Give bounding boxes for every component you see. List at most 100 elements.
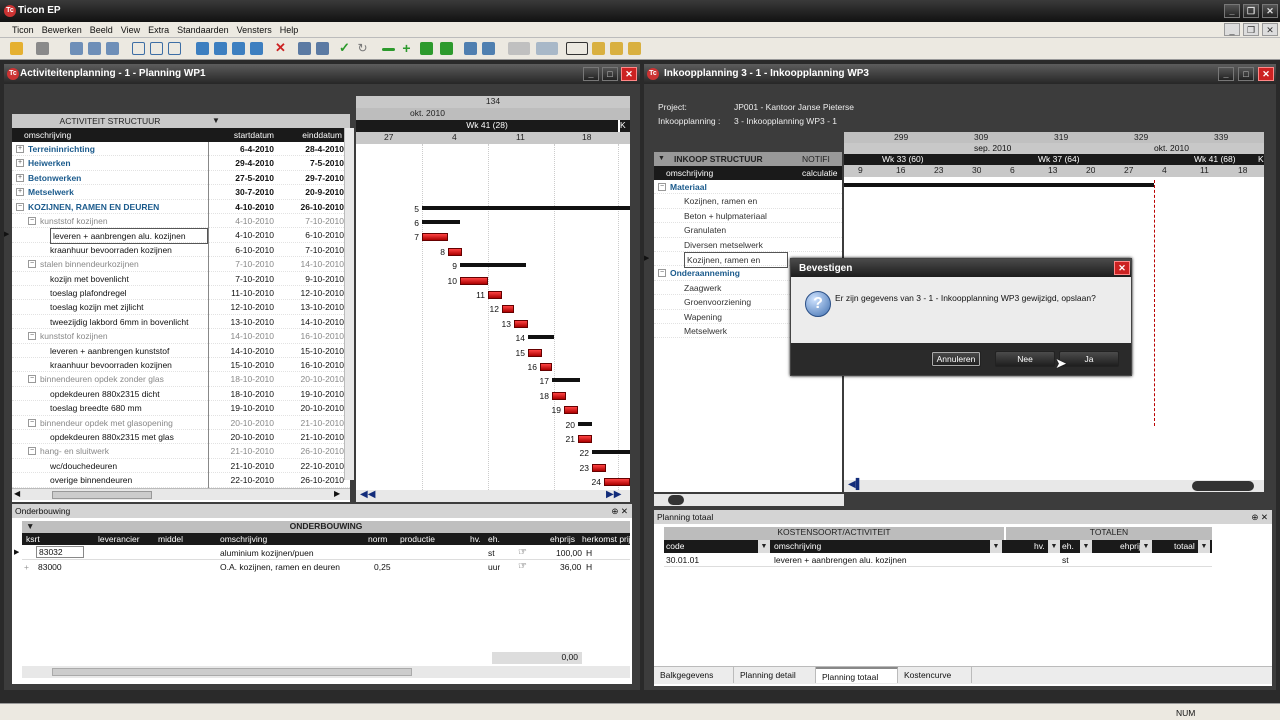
scroll-right-icon[interactable]: ▶▶	[606, 490, 621, 500]
expand-icon[interactable]: −	[16, 202, 24, 211]
outdent-icon[interactable]	[214, 42, 227, 55]
gantt-bar[interactable]	[528, 348, 542, 357]
hand-icon[interactable]: ☞	[518, 546, 527, 560]
indent-icon[interactable]	[196, 42, 209, 55]
col-hv[interactable]: hv.	[470, 533, 481, 545]
maximize-icon[interactable]: □	[1238, 67, 1254, 81]
table-row[interactable]: + 83000 O.A. kozijnen, ramen en deuren 0…	[22, 560, 630, 574]
table-row[interactable]: 30.01.01 leveren + aanbrengen alu. kozij…	[664, 554, 1212, 567]
paste-icon[interactable]	[106, 42, 119, 55]
annuleren-button[interactable]: Annuleren	[931, 351, 981, 367]
scroll-thumb[interactable]	[52, 668, 412, 676]
pin-close-icon[interactable]: ⊕ ✕	[1251, 510, 1268, 524]
scroll-left-icon[interactable]: ◀▌	[848, 480, 863, 490]
activity-row[interactable]: tweezijdig lakbord 6mm in bovenlicht 13-1…	[12, 315, 350, 330]
gantt-bar[interactable]	[578, 421, 592, 426]
expand-icon[interactable]: −	[658, 269, 666, 278]
gantt-bar[interactable]	[488, 291, 502, 299]
inkoop-row[interactable]: Kozijnen, ramen en	[654, 194, 842, 209]
activity-row[interactable]: − binnendeuren opdek zonder glas 18-10-201…	[12, 372, 350, 387]
gantt-bar[interactable]	[552, 378, 580, 383]
h-scrollbar[interactable]: ◀ ▶	[12, 488, 350, 500]
expand-icon[interactable]: +	[16, 159, 24, 168]
menu-extra[interactable]: Extra	[144, 22, 173, 38]
menu-ticon[interactable]: Ticon	[8, 22, 38, 38]
cell-ksrt[interactable]: 83000	[38, 560, 62, 574]
filter-icon[interactable]: ▼	[1140, 540, 1152, 553]
expand-icon[interactable]: +	[16, 173, 24, 182]
view-dropdown-icon[interactable]	[536, 42, 558, 55]
gantt-bar[interactable]	[528, 335, 554, 340]
filter-icon[interactable]: ▼	[1198, 540, 1210, 553]
onder-scrollbar[interactable]	[22, 666, 630, 678]
menu-vensters[interactable]: Vensters	[233, 22, 276, 38]
pin-close-icon[interactable]: ⊕ ✕	[611, 504, 628, 518]
plus-icon[interactable]: +	[400, 41, 413, 55]
expand-icon[interactable]: −	[28, 332, 36, 341]
close-icon[interactable]: ✕	[1258, 67, 1274, 81]
col-norm[interactable]: norm	[368, 533, 387, 545]
check-icon[interactable]: ✓	[338, 41, 351, 55]
search-icon[interactable]	[316, 42, 329, 55]
text-format-icon[interactable]	[566, 42, 588, 55]
minimize-icon[interactable]: _	[1218, 67, 1234, 81]
activity-row[interactable]: toeslag kozijn met zijlicht 12-10-2010 13-…	[12, 300, 350, 315]
cell-ksrt[interactable]: 83032	[36, 546, 84, 558]
col-omschrijving[interactable]: omschrijving	[24, 128, 204, 142]
hand-icon[interactable]: ☞	[518, 560, 527, 574]
gantt-scrollbar[interactable]: ◀▌	[844, 480, 1264, 492]
tab-planning-totaal[interactable]: Planning totaal	[816, 667, 898, 683]
expand-icon[interactable]: −	[28, 447, 36, 456]
export-icon[interactable]	[464, 42, 477, 55]
gantt-bar[interactable]	[592, 450, 630, 455]
activity-row[interactable]: − stalen binnendeurkozijnen 7-10-2010 14-10…	[12, 257, 350, 272]
col-herkomst[interactable]: herkomst prij	[582, 533, 631, 545]
bank-icon[interactable]	[298, 42, 311, 55]
activity-row[interactable]: + Metselwerk 30-7-2010 20-9-2010	[12, 185, 350, 200]
gantt-bar[interactable]	[514, 319, 528, 328]
mdi-minimize-icon[interactable]: _	[1224, 23, 1240, 36]
activity-row[interactable]: + Betonwerken 27-5-2010 29-7-2010	[12, 171, 350, 186]
color-dropdown-icon[interactable]	[508, 42, 530, 55]
link-icon[interactable]	[420, 42, 433, 55]
open-folder-icon[interactable]	[10, 42, 23, 55]
tab-planning-detail[interactable]: Planning detail	[734, 667, 816, 683]
scroll-thumb[interactable]	[668, 495, 684, 505]
expand-icon[interactable]: −	[28, 375, 36, 384]
gantt-bar[interactable]	[552, 391, 566, 400]
inkoop-row[interactable]: Beton + hulpmateriaal	[654, 209, 842, 224]
tile-icon[interactable]	[150, 42, 163, 55]
gantt-bar[interactable]	[422, 233, 448, 242]
gantt-bar[interactable]	[592, 463, 606, 472]
gantt-bar[interactable]	[540, 363, 552, 371]
activity-row[interactable]: leveren + aanbrengen kunststof 14-10-2010…	[12, 344, 350, 358]
inkoop-row[interactable]: Diversen metselwerk	[654, 238, 842, 252]
gantt-bar[interactable]	[422, 205, 630, 210]
activity-row[interactable]: − KOZIJNEN, RAMEN EN DEUREN 4-10-2010 26-10…	[12, 200, 350, 214]
activity-row[interactable]: − kunststof kozijnen 14-10-2010 16-10-2010	[12, 329, 350, 344]
restore-icon[interactable]: ❐	[1243, 4, 1259, 18]
print-icon[interactable]	[36, 42, 49, 55]
minimize-icon[interactable]: _	[1224, 4, 1240, 18]
minus-icon[interactable]	[382, 48, 395, 51]
expand-icon[interactable]: −	[658, 183, 666, 191]
col-ehprijs[interactable]: ehprijs	[550, 533, 575, 545]
col-productie[interactable]: productie	[400, 533, 435, 545]
edit-icon[interactable]	[592, 42, 605, 55]
col-middel[interactable]: middel	[158, 533, 183, 545]
activity-row[interactable]: + Heiwerken 29-4-2010 7-5-2010	[12, 156, 350, 171]
col-hv[interactable]: hv.	[1034, 540, 1045, 553]
activity-row[interactable]: wc/douchedeuren 21-10-2010 22-10-2010	[12, 459, 350, 474]
col-omschrijving[interactable]: omschrijving	[666, 166, 713, 180]
activity-row[interactable]: + Terreininrichting 6-4-2010 28-4-2010	[12, 142, 350, 157]
gantt-bar[interactable]	[448, 247, 462, 256]
activity-row[interactable]: opdekdeuren 880x2315 met glas 20-10-2010 2…	[12, 430, 350, 445]
expand-icon[interactable]: +	[16, 145, 24, 153]
activity-row[interactable]: kozijn met bovenlicht 7-10-2010 9-10-2010	[12, 272, 350, 286]
delete-icon[interactable]: ✕	[274, 41, 287, 55]
copy-icon[interactable]	[88, 42, 101, 55]
scroll-left-icon[interactable]: ◀◀	[360, 490, 375, 500]
col-omschrijving[interactable]: omschrijving	[774, 540, 821, 553]
col-eh[interactable]: eh.	[1062, 540, 1074, 553]
activity-row[interactable]: toeslag plafondregel 11-10-2010 12-10-2010	[12, 286, 350, 301]
